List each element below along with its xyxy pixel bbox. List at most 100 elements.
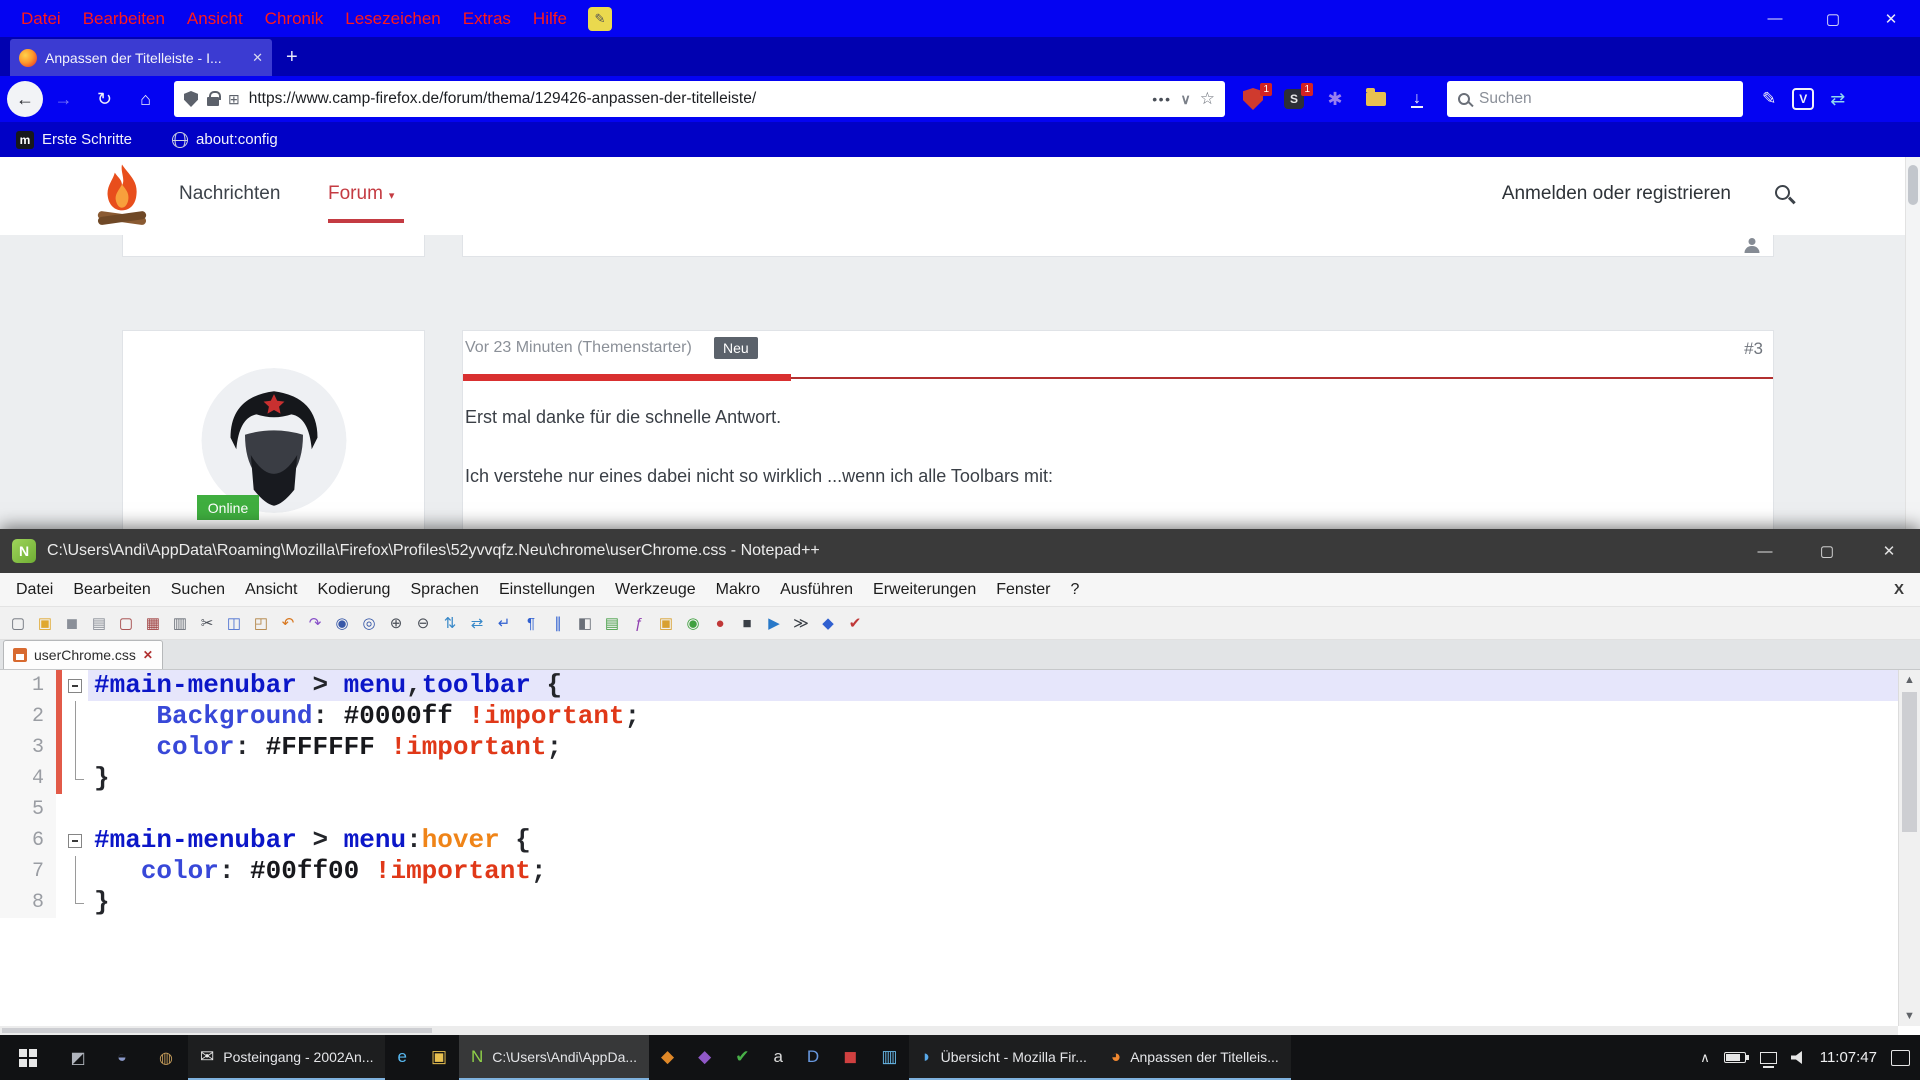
sync-scroll-h-icon[interactable]: ⇄ — [465, 611, 489, 635]
zoom-in-icon[interactable]: ⊕ — [384, 611, 408, 635]
task-icon-violet[interactable]: ◆ — [686, 1035, 723, 1080]
code-line[interactable]: 3 color: #FFFFFF !important; — [0, 732, 1920, 763]
function-list-icon[interactable]: ƒ — [627, 611, 651, 635]
npp-hscrollbar-thumb[interactable] — [2, 1028, 432, 1033]
forward-button[interactable]: → — [43, 89, 84, 110]
signin-link[interactable]: Anmelden oder registrieren — [1502, 183, 1731, 205]
print-icon[interactable]: ▥ — [168, 611, 192, 635]
code-line[interactable]: 1#main-menubar > menu,toolbar { — [0, 670, 1920, 701]
quick-launch-icon-2[interactable]: ◒ — [100, 1035, 144, 1080]
quick-launch-icon-1[interactable]: ◩ — [56, 1035, 100, 1080]
taskbar-clock[interactable]: 11:07:47 — [1820, 1049, 1877, 1066]
menubar-item-lesezeichen[interactable]: Lesezeichen — [334, 9, 451, 29]
sync-scroll-v-icon[interactable]: ⇅ — [438, 611, 462, 635]
search-input[interactable] — [1479, 90, 1732, 108]
site-permissions-icon[interactable]: ⊞ — [228, 91, 240, 108]
code-line[interactable]: 7 color: #00ff00 !important; — [0, 856, 1920, 887]
quick-launch-icon-3[interactable]: ◍ — [144, 1035, 188, 1080]
start-button[interactable] — [0, 1035, 56, 1080]
npp-menu-fenster[interactable]: Fenster — [986, 581, 1060, 599]
task-mail-button[interactable]: ✉Posteingang - 2002An... — [188, 1035, 385, 1080]
npp-menu-makro[interactable]: Makro — [706, 581, 770, 599]
task-icon-a[interactable]: a — [761, 1035, 794, 1080]
code-line[interactable]: 6#main-menubar > menu:hover { — [0, 825, 1920, 856]
bookmark-item[interactable]: mErste Schritte — [16, 131, 132, 149]
npp-menu-close-x[interactable]: X — [1894, 581, 1904, 598]
menubar-item-extras[interactable]: Extras — [452, 9, 522, 29]
undo-icon[interactable]: ↶ — [276, 611, 300, 635]
nav-nachrichten[interactable]: Nachrichten — [179, 183, 280, 205]
task-icon-d[interactable]: D — [795, 1035, 831, 1080]
page-scrollbar-thumb[interactable] — [1908, 165, 1918, 205]
minimize-button[interactable]: — — [1746, 0, 1804, 37]
notes-extension-icon[interactable]: ✎ — [588, 7, 612, 31]
stop-macro-icon[interactable]: ■ — [735, 611, 759, 635]
replace-icon[interactable]: ◎ — [357, 611, 381, 635]
network-icon[interactable] — [1760, 1052, 1777, 1064]
battery-icon[interactable] — [1724, 1052, 1746, 1063]
file-monitor-icon[interactable]: ◉ — [681, 611, 705, 635]
menubar-item-ansicht[interactable]: Ansicht — [176, 9, 254, 29]
play-macro-icon[interactable]: ▶ — [762, 611, 786, 635]
code-text[interactable]: Background: #0000ff !important; — [88, 701, 1920, 732]
task-notepadpp-button[interactable]: NC:\Users\Andi\AppDa... — [459, 1035, 649, 1080]
menubar-item-hilfe[interactable]: Hilfe — [522, 9, 578, 29]
task-firefox-button[interactable]: ◕Anpassen der Titelleis... — [1099, 1035, 1291, 1080]
open-folder-icon[interactable]: ▣ — [33, 611, 57, 635]
multi-run-macro-icon[interactable]: ≫ — [789, 611, 813, 635]
close-button[interactable]: ✕ — [1862, 0, 1920, 37]
v-extension-icon[interactable]: V — [1792, 88, 1814, 110]
task-icon-chart[interactable]: ▥ — [869, 1035, 909, 1080]
tab-close-icon[interactable]: ✕ — [252, 50, 263, 66]
task-icon-orange[interactable]: ◆ — [649, 1035, 686, 1080]
task-ie-button[interactable]: e — [385, 1035, 418, 1080]
npp-minimize-button[interactable]: — — [1734, 529, 1796, 573]
action-center-icon[interactable] — [1891, 1050, 1910, 1066]
tray-expand-chevron-icon[interactable]: ∧ — [1700, 1050, 1710, 1066]
npp-tab-close-icon[interactable]: ✕ — [143, 648, 153, 662]
define-language-icon[interactable]: ◧ — [573, 611, 597, 635]
menubar-item-datei[interactable]: Datei — [10, 9, 72, 29]
post-timestamp[interactable]: Vor 23 Minuten (Themenstarter) — [465, 339, 692, 357]
spell-check-icon[interactable]: ✔ — [843, 611, 867, 635]
npp-menu-sprachen[interactable]: Sprachen — [400, 581, 489, 599]
forum-search-icon[interactable] — [1775, 185, 1790, 200]
record-macro-icon[interactable]: ● — [708, 611, 732, 635]
redo-icon[interactable]: ↷ — [303, 611, 327, 635]
copy-icon[interactable]: ◫ — [222, 611, 246, 635]
close-doc-icon[interactable]: ▢ — [114, 611, 138, 635]
sync-arrows-icon[interactable]: ⇄ — [1830, 89, 1845, 110]
npp-menu-kodierung[interactable]: Kodierung — [307, 581, 400, 599]
close-all-icon[interactable]: ▦ — [141, 611, 165, 635]
search-bar[interactable] — [1447, 81, 1743, 117]
page-scrollbar[interactable] — [1905, 157, 1920, 529]
volume-icon[interactable] — [1791, 1051, 1806, 1064]
npp-close-button[interactable]: ✕ — [1858, 529, 1920, 573]
indent-guide-icon[interactable]: ∥ — [546, 611, 570, 635]
bookmark-star-icon[interactable]: ☆ — [1200, 89, 1215, 109]
pocket-icon[interactable]: ∨ — [1181, 91, 1191, 108]
find-icon[interactable]: ◉ — [330, 611, 354, 635]
back-button[interactable]: ← — [7, 81, 43, 117]
menubar-item-chronik[interactable]: Chronik — [254, 9, 335, 29]
npp-maximize-button[interactable]: ▢ — [1796, 529, 1858, 573]
npp-menu-suchen[interactable]: Suchen — [161, 581, 235, 599]
page-actions-icon[interactable]: ••• — [1152, 91, 1171, 107]
tracking-protection-shield-icon[interactable] — [184, 91, 198, 107]
library-button[interactable] — [1364, 86, 1388, 112]
browser-tab[interactable]: Anpassen der Titelleiste - I... ✕ — [10, 39, 272, 76]
npp-menu-ansicht[interactable]: Ansicht — [235, 581, 307, 599]
code-line[interactable]: 4} — [0, 763, 1920, 794]
adblock-extension-button[interactable]: 1 — [1241, 86, 1265, 112]
paste-icon[interactable]: ◰ — [249, 611, 273, 635]
avatar[interactable] — [201, 368, 346, 513]
home-button[interactable]: ⌂ — [125, 89, 166, 110]
reload-button[interactable]: ↻ — [84, 89, 125, 110]
new-tab-button[interactable]: + — [286, 46, 298, 69]
url-bar[interactable]: ⊞ https://www.camp-firefox.de/forum/them… — [174, 81, 1225, 117]
npp-editor[interactable]: 1#main-menubar > menu,toolbar {2 Backgro… — [0, 670, 1920, 1026]
npp-menu-bearbeiten[interactable]: Bearbeiten — [63, 581, 160, 599]
doc-map-icon[interactable]: ▤ — [600, 611, 624, 635]
noscript-extension-button[interactable]: S 1 — [1282, 86, 1306, 112]
npp-document-tab[interactable]: userChrome.css ✕ — [3, 640, 163, 669]
